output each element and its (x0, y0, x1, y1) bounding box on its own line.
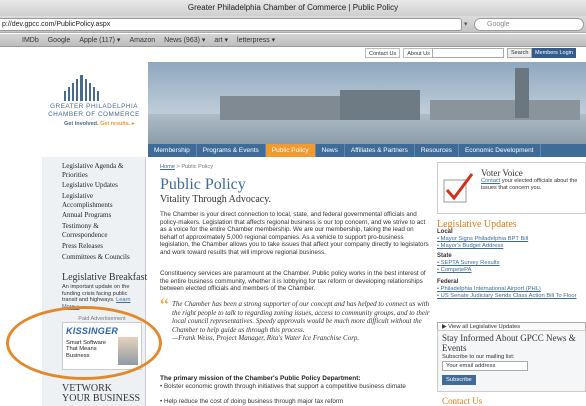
sidebar-item-legislative-accomplishments[interactable]: Legislative Accomplishments (62, 192, 142, 210)
skyline-logo-icon (64, 75, 99, 101)
nav-affiliates-partners[interactable]: Affiliates & Partners (345, 144, 415, 157)
list-item: • Bolster economic growth through initia… (160, 383, 406, 390)
mission-title: The primary mission of the Chamber's Pub… (160, 375, 361, 382)
hero-building (340, 90, 420, 120)
hero-tower (515, 68, 529, 118)
bookmark-imdb[interactable]: IMDb (22, 34, 39, 46)
sidebar-item-annual-programs[interactable]: Annual Programs (62, 211, 142, 220)
vetwork-title[interactable]: VETWORK YOUR BUSINESS (62, 384, 142, 404)
contact-us-link[interactable]: Contact Us (365, 48, 401, 58)
nav-news[interactable]: News (316, 144, 345, 157)
page-title: Public Policy (160, 176, 246, 193)
intro-paragraph: The Chamber is your direct connection to… (160, 211, 429, 256)
newsletter-subtitle: Subscribe to our mailing list: (442, 354, 515, 360)
breakfast-title: Legislative Breakfast (62, 272, 148, 283)
browser-search-input[interactable]: Google (474, 18, 584, 31)
voter-voice-title: Voter Voice (481, 168, 523, 178)
highlight-oval (6, 306, 162, 380)
site-search-input[interactable] (432, 48, 504, 58)
sidebar-item-legislative-updates[interactable]: Legislative Updates (62, 181, 142, 190)
update-link[interactable]: • SEPTA Survey Results (437, 260, 586, 266)
contact-us-title[interactable]: Contact Us (442, 396, 482, 406)
hero-building (430, 100, 580, 120)
url-dropdown-icon[interactable]: ▾ (464, 18, 468, 31)
members-login-button[interactable]: Members Login (532, 48, 576, 58)
update-link[interactable]: • Mayor Signs Philadelphia BPT Bill (437, 236, 586, 242)
state-heading: State (437, 253, 452, 259)
voter-voice-text: Contact your elected officials about the… (481, 178, 583, 191)
sidebar-item-press-releases[interactable]: Press Releases (62, 242, 142, 251)
bookmark-art[interactable]: art ▾ (214, 34, 228, 46)
hero-building (220, 96, 340, 120)
update-link[interactable]: • Mayor's Budget Address (437, 243, 586, 249)
sidebar-item-testimony[interactable]: Testimony & Correspondence (62, 222, 142, 240)
quote-author: —Frank Weiss, Project Manager, Rita's Wa… (172, 334, 360, 343)
update-link[interactable]: • Philadelphia International Airport (PH… (437, 286, 586, 292)
nav-public-policy[interactable]: Public Policy (265, 144, 316, 157)
quote-text: The Chamber has been a strong supporter … (172, 300, 430, 334)
federal-heading: Federal (437, 279, 459, 285)
bookmark-letterpress[interactable]: letterpress ▾ (237, 34, 275, 46)
tagline-b: Get results. (100, 121, 131, 127)
bookmark-apple[interactable]: Apple (117) ▾ (79, 34, 120, 46)
tagline-arrow-icon: ▸ (131, 121, 135, 127)
breadcrumb-home[interactable]: Home (160, 164, 175, 170)
bookmark-news[interactable]: News (963) ▾ (164, 34, 205, 46)
nav-resources[interactable]: Resources (415, 144, 459, 157)
browser-toolbar: p://dev.gpcc.com/PublicPolicy.aspx ▾ ⌕ G… (0, 16, 586, 33)
bookmarks-bar: IMDb Google Apple (117) ▾ Amazon News (9… (0, 34, 586, 47)
about-us-link[interactable]: About Us (403, 48, 434, 58)
url-field[interactable]: p://dev.gpcc.com/PublicPolicy.aspx (0, 18, 462, 31)
breadcrumb-current: Public Policy (181, 164, 214, 170)
nav-programs-events[interactable]: Programs & Events (197, 144, 266, 157)
logo-line-2: CHAMBER OF COMMERCE (48, 111, 140, 118)
list-item: • Help reduce the cost of doing business… (160, 398, 344, 405)
update-link[interactable]: • CompetePA (437, 267, 586, 273)
main-nav: Membership Programs & Events Public Poli… (148, 144, 586, 157)
quote-mark-icon: “ (160, 295, 169, 317)
tagline-a: Get involved. (64, 121, 99, 127)
bookmark-amazon[interactable]: Amazon (129, 34, 155, 46)
window-title: Greater Philadelphia Chamber of Commerce… (0, 0, 586, 16)
breadcrumb: Home > Public Policy (160, 164, 213, 170)
local-heading: Local (437, 229, 453, 235)
newsletter-title: Stay Informed About GPCC News & Events (442, 333, 576, 353)
top-links: Contact Us About Us (365, 48, 434, 58)
email-field[interactable]: Your email address (442, 361, 528, 371)
page-subtitle: Vitality Through Advocacy. (160, 194, 272, 205)
logo-line-1: GREATER PHILADELPHIA (49, 103, 138, 110)
checkmark-icon (443, 173, 474, 203)
update-link[interactable]: • US Senate Judiciary Sends Class Action… (437, 293, 586, 299)
testimonial-quote: The Chamber has been a strong supporter … (172, 300, 430, 343)
bookmark-google[interactable]: Google (48, 34, 71, 46)
logo-tagline: Get involved. Get results. ▸ (64, 121, 135, 127)
contact-link[interactable]: Contact (481, 178, 500, 184)
site-search-button[interactable]: Search (507, 48, 533, 58)
nav-membership[interactable]: Membership (148, 144, 197, 157)
subscribe-button[interactable]: Subscribe (442, 375, 476, 385)
nav-economic-development[interactable]: Economic Development (459, 144, 541, 157)
constituency-paragraph: Constituency services are paramount at t… (160, 270, 426, 293)
sidebar-item-committees[interactable]: Committees & Councils (62, 253, 142, 262)
sidebar-item-legislative-agenda[interactable]: Legislative Agenda & Priorities (62, 162, 142, 180)
